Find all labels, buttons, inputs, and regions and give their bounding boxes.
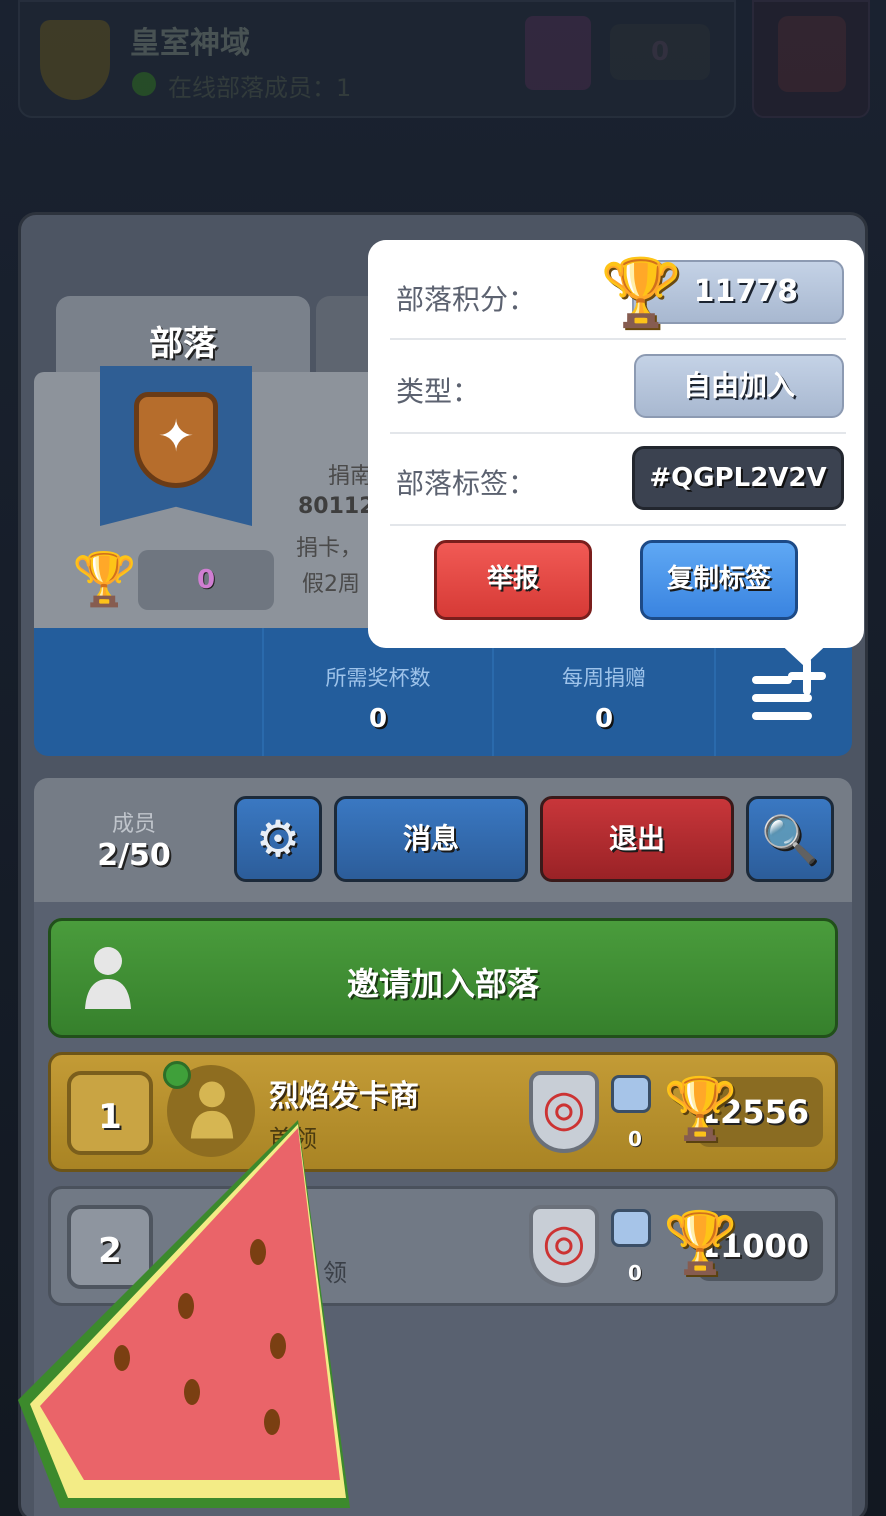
clan-tag-label: 部落标签： bbox=[396, 467, 537, 500]
member-donations: 0 bbox=[628, 1261, 642, 1285]
clan-score-label: 部落积分： bbox=[396, 283, 537, 316]
settings-button[interactable]: ⚙ bbox=[234, 796, 322, 882]
clan-war-target-icon bbox=[529, 1071, 599, 1153]
clan-tag-value[interactable]: #QGPL2V2V bbox=[632, 446, 844, 510]
clan-war-button[interactable] bbox=[752, 0, 870, 118]
trophy-icon bbox=[525, 16, 591, 90]
members-count: 2/50 bbox=[97, 838, 171, 873]
members-label: 成员 bbox=[111, 812, 156, 837]
header-trophy-value: 0 bbox=[610, 24, 710, 80]
invite-to-clan-button[interactable]: 邀请加入部落 bbox=[48, 918, 838, 1038]
online-status-icon bbox=[132, 72, 156, 96]
weekly-donations-label: 每周捐赠 bbox=[562, 666, 646, 690]
member-donations: 0 bbox=[628, 1127, 642, 1151]
invite-label: 邀请加入部落 bbox=[346, 965, 539, 1003]
popup-pointer bbox=[774, 638, 834, 666]
gold-trophy-icon: 🏆 bbox=[600, 254, 683, 331]
donation-card-icon bbox=[611, 1209, 651, 1247]
clan-badge-icon bbox=[40, 20, 110, 100]
gold-trophy-icon: 🏆 bbox=[663, 1074, 738, 1144]
clan-description-line: 捐卡， bbox=[296, 536, 363, 561]
report-button[interactable]: 举报 bbox=[434, 540, 592, 620]
message-button[interactable]: 消息 bbox=[334, 796, 528, 882]
watermelon-sticker bbox=[18, 1120, 350, 1508]
weekly-donations-value: 0 bbox=[594, 704, 614, 734]
clan-description-line: 假2周 bbox=[302, 572, 360, 597]
online-members-text: 在线部落成员：1 bbox=[168, 74, 352, 102]
clan-description-line: 捐南 bbox=[328, 464, 373, 489]
online-status-icon bbox=[163, 1061, 191, 1089]
clan-trophy-value: 0 bbox=[138, 550, 274, 610]
leave-clan-button[interactable]: 退出 bbox=[540, 796, 734, 882]
clan-name: 皇室神域 bbox=[130, 26, 250, 61]
gold-trophy-icon: 🏆 bbox=[663, 1208, 738, 1278]
clan-header-bar[interactable]: 皇室神域 在线部落成员：1 0 bbox=[18, 0, 736, 118]
clan-type-label: 类型： bbox=[396, 375, 481, 408]
clan-description-line: 80112 bbox=[298, 494, 375, 519]
clan-type-value: 自由加入 bbox=[634, 354, 844, 418]
divider bbox=[390, 432, 846, 434]
gear-icon: ⚙ bbox=[255, 810, 301, 868]
divider bbox=[390, 338, 846, 340]
required-trophies-label: 所需奖杯数 bbox=[325, 666, 431, 690]
search-icon: 🔍 bbox=[761, 812, 819, 866]
clan-info-popup: 部落积分： 11778 🏆 类型： 自由加入 部落标签： #QGPL2V2V 举… bbox=[368, 240, 864, 666]
clan-war-target-icon bbox=[529, 1205, 599, 1287]
copy-tag-button[interactable]: 复制标签 bbox=[640, 540, 798, 620]
required-trophies-value: 0 bbox=[368, 704, 388, 734]
divider bbox=[390, 524, 846, 526]
tab-clan-label: 部落 bbox=[149, 324, 217, 364]
search-button[interactable]: 🔍 bbox=[746, 796, 834, 882]
clan-badge-icon bbox=[134, 392, 218, 488]
crossed-swords-icon bbox=[778, 16, 846, 92]
game-screen: 皇室神域 在线部落成员：1 0 部落 🏆 0 捐南 80112 捐卡， 假2周 … bbox=[0, 0, 886, 1516]
purple-trophy-icon: 🏆 bbox=[72, 550, 137, 610]
donation-card-icon bbox=[611, 1075, 651, 1113]
clan-menu-icon[interactable] bbox=[748, 657, 828, 724]
